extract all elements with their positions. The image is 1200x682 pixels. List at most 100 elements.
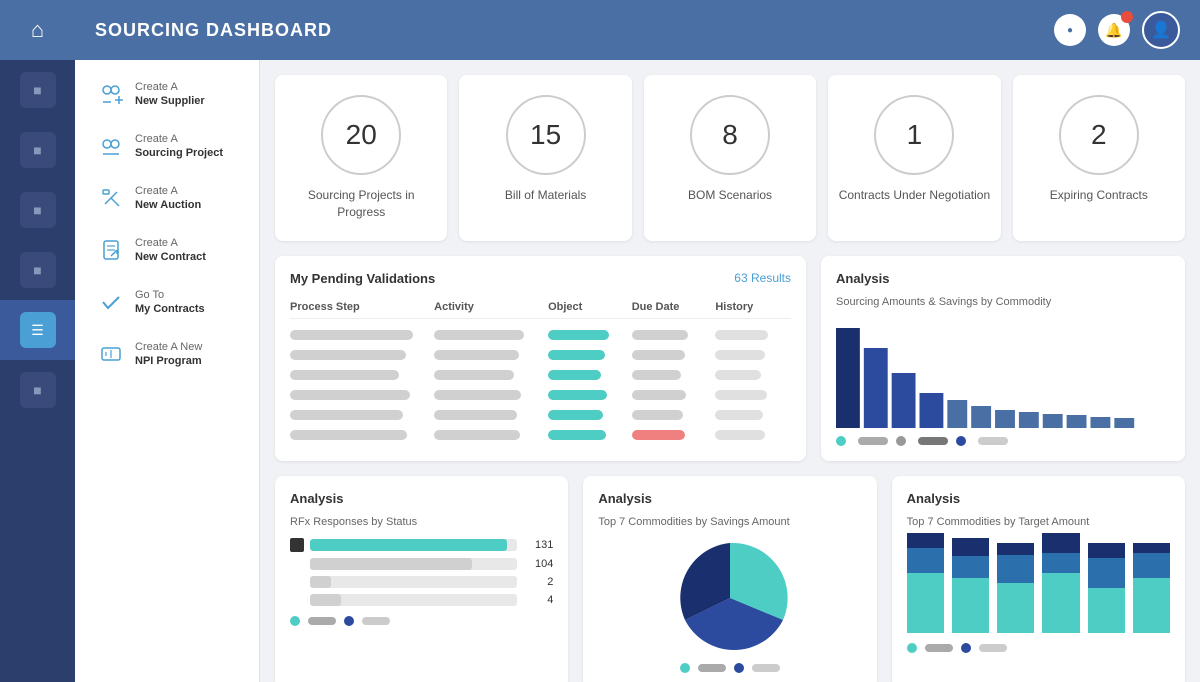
stacked-bar-3 [997, 533, 1034, 633]
header: SOURCING DASHBOARD ● 🔔 👤 [75, 0, 1200, 60]
stacked-bar-6 [1133, 533, 1170, 633]
rfx-legend-gray1 [308, 616, 336, 626]
col-object: Object [548, 301, 624, 313]
content: Create A New Supplier Create A Sourcing … [75, 60, 1200, 682]
kpi-label-sourcing: Sourcing Projects in Progress [285, 187, 437, 221]
pie-legend-gray1 [698, 663, 726, 673]
pending-validations-title: My Pending Validations [290, 271, 435, 286]
pie-chart-card: Analysis Top 7 Commodities by Savings Am… [583, 476, 876, 682]
sidebar: ⌂ ■ ■ ■ ■ ☰ ■ [0, 0, 75, 682]
table-row[interactable] [290, 325, 791, 345]
go-to-my-contracts-button[interactable]: Go To My Contracts [85, 278, 249, 326]
analysis-title: Analysis [836, 271, 889, 286]
pie-legend-light [752, 663, 780, 673]
legend-gray3 [918, 436, 948, 446]
sidebar-item-2[interactable]: ■ [0, 120, 75, 180]
sidebar-box-3: ■ [20, 192, 56, 228]
results-link[interactable]: 63 Results [734, 271, 791, 285]
pie-subtitle: Top 7 Commodities by Savings Amount [598, 516, 861, 528]
legend-teal [836, 436, 850, 446]
rfx-bar-2 [310, 558, 517, 570]
status-indicator[interactable]: ● [1054, 14, 1086, 46]
pie-header: Analysis [598, 491, 861, 506]
sidebar-item-6[interactable]: ■ [0, 360, 75, 420]
sidebar-home-button[interactable]: ⌂ [0, 0, 75, 60]
rfx-bar-1 [310, 539, 517, 551]
rfx-bar-row-3: 2 [290, 576, 553, 588]
kpi-contracts-negotiation[interactable]: 1 Contracts Under Negotiation [828, 75, 1000, 241]
kpi-value-sourcing: 20 [321, 95, 401, 175]
create-auction-text: Create A New Auction [135, 184, 201, 213]
chart-legend [836, 436, 1170, 446]
create-contract-text: Create A New Contract [135, 236, 206, 265]
table-row[interactable] [290, 425, 791, 445]
rfx-legend-light [362, 616, 390, 626]
table-row[interactable] [290, 385, 791, 405]
stacked-title: Analysis [907, 491, 960, 506]
analysis-header: Analysis [836, 271, 1170, 286]
create-sourcing-project-button[interactable]: Create A Sourcing Project [85, 122, 249, 170]
kpi-value-scenarios: 8 [690, 95, 770, 175]
stacked-bar-1 [907, 533, 944, 633]
rfx-icon-1 [290, 538, 304, 552]
legend-gray1 [858, 436, 888, 446]
kpi-expiring-contracts[interactable]: 2 Expiring Contracts [1013, 75, 1185, 241]
kpi-label-scenarios: BOM Scenarios [688, 187, 772, 204]
kpi-label-negotiation: Contracts Under Negotiation [839, 187, 990, 204]
rfx-value-1: 131 [523, 539, 553, 551]
rfx-analysis-card: Analysis RFx Responses by Status 131 [275, 476, 568, 682]
home-icon: ⌂ [31, 17, 44, 43]
col-history: History [715, 301, 791, 313]
stacked-legend-gray1 [925, 643, 953, 653]
kpi-bom-scenarios[interactable]: 8 BOM Scenarios [644, 75, 816, 241]
kpi-sourcing-projects[interactable]: 20 Sourcing Projects in Progress [275, 75, 447, 241]
rfx-bar-row-2: 104 [290, 558, 553, 570]
sidebar-box-5: ☰ [20, 312, 56, 348]
create-npi-program-button[interactable]: Create A New NPI Program [85, 330, 249, 378]
table-row[interactable] [290, 405, 791, 425]
create-new-contract-button[interactable]: Create A New Contract [85, 226, 249, 274]
supplier-icon [95, 78, 127, 110]
middle-row: My Pending Validations 63 Results Proces… [275, 256, 1185, 461]
rfx-value-2: 104 [523, 558, 553, 570]
rfx-legend-teal [290, 616, 300, 626]
analysis-bar-chart-card: Analysis Sourcing Amounts & Savings by C… [821, 256, 1185, 461]
table-header: Process Step Activity Object Due Date Hi… [290, 296, 791, 319]
table-row[interactable] [290, 345, 791, 365]
sidebar-box-1: ■ [20, 72, 56, 108]
my-contracts-icon [95, 286, 127, 318]
stacked-header: Analysis [907, 491, 1170, 506]
pie-chart-area [598, 538, 861, 658]
pie-title: Analysis [598, 491, 651, 506]
rfx-bar-row-1: 131 [290, 538, 553, 552]
create-new-auction-button[interactable]: Create A New Auction [85, 174, 249, 222]
auction-icon [95, 182, 127, 214]
kpi-bill-of-materials[interactable]: 15 Bill of Materials [459, 75, 631, 241]
sidebar-item-1[interactable]: ■ [0, 60, 75, 120]
pie-legend [598, 663, 861, 673]
kpi-value-bom: 15 [506, 95, 586, 175]
col-due-date: Due Date [632, 301, 708, 313]
create-new-supplier-button[interactable]: Create A New Supplier [85, 70, 249, 118]
sidebar-box-6: ■ [20, 372, 56, 408]
legend-light [978, 436, 1008, 446]
kpi-row: 20 Sourcing Projects in Progress 15 Bill… [275, 75, 1185, 241]
sidebar-item-3[interactable]: ■ [0, 180, 75, 240]
sidebar-item-4[interactable]: ■ [0, 240, 75, 300]
table-row[interactable] [290, 365, 791, 385]
notifications-button[interactable]: 🔔 [1098, 14, 1130, 46]
legend-dark [956, 436, 970, 446]
main-area: SOURCING DASHBOARD ● 🔔 👤 [75, 0, 1200, 682]
stacked-bar-4 [1042, 533, 1079, 633]
sidebar-item-5[interactable]: ☰ [0, 300, 75, 360]
my-contracts-text: Go To My Contracts [135, 288, 205, 317]
user-avatar[interactable]: 👤 [1142, 11, 1180, 49]
stacked-legend-light [979, 643, 1007, 653]
rfx-legend [290, 616, 553, 626]
npi-icon [95, 338, 127, 370]
stacked-legend [907, 643, 1170, 653]
pie-legend-teal [680, 663, 690, 673]
pending-validations-card: My Pending Validations 63 Results Proces… [275, 256, 806, 461]
rfx-bar-3 [310, 576, 517, 588]
chart-subtitle: Sourcing Amounts & Savings by Commodity [836, 296, 1170, 308]
